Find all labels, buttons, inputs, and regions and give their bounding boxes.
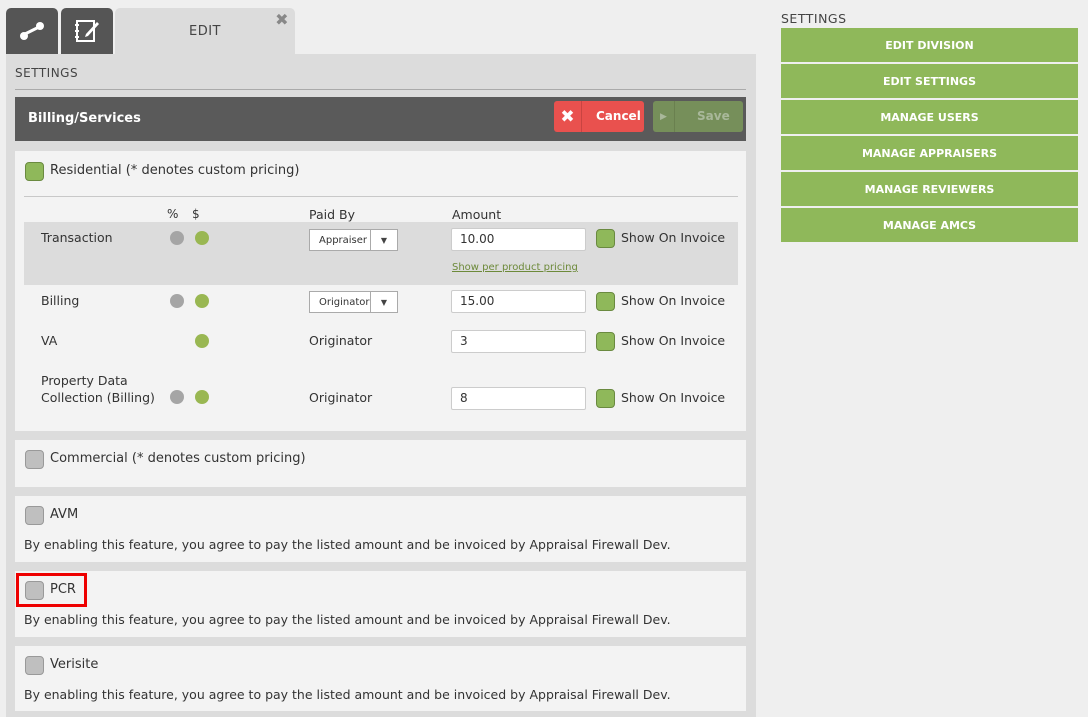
sidebar-item-edit-settings[interactable]: EDIT SETTINGS xyxy=(781,64,1078,98)
per-product-pricing-link[interactable]: Show per product pricing xyxy=(452,262,578,273)
billing-title: Billing/Services xyxy=(28,111,141,126)
verisite-description: By enabling this feature, you agree to p… xyxy=(24,687,671,702)
sidebar-item-manage-users[interactable]: MANAGE USERS xyxy=(781,100,1078,134)
cancel-label: Cancel xyxy=(596,109,641,123)
commercial-checkbox[interactable] xyxy=(25,450,44,469)
table-row: Transaction Appraiser ▼ 10.00 Show On In… xyxy=(24,222,738,285)
header-dollar: $ xyxy=(192,207,200,221)
select-value: Originator xyxy=(319,297,370,308)
show-invoice-label: Show On Invoice xyxy=(621,230,726,245)
divider xyxy=(24,196,738,197)
dollar-radio[interactable] xyxy=(195,294,209,308)
amount-input[interactable]: 8 xyxy=(451,387,586,410)
show-invoice-label: Show On Invoice xyxy=(621,333,726,348)
row-name-line2: Collection (Billing) xyxy=(41,390,155,405)
caret-down-icon: ▼ xyxy=(370,230,397,250)
tab-edit-note[interactable] xyxy=(61,8,113,54)
route-icon xyxy=(20,22,44,40)
sidebar-item-manage-appraisers[interactable]: MANAGE APPRAISERS xyxy=(781,136,1078,170)
cancel-button[interactable]: ✖ Cancel xyxy=(554,101,644,132)
residential-label: Residential (* denotes custom pricing) xyxy=(50,163,300,178)
verisite-checkbox[interactable] xyxy=(25,656,44,675)
divider xyxy=(15,89,746,90)
amount-input[interactable]: 10.00 xyxy=(451,228,586,251)
billing-header: Billing/Services ✖ Cancel ▶ Save xyxy=(15,97,746,141)
tab-route[interactable] xyxy=(6,8,58,54)
play-icon: ▶ xyxy=(653,101,675,132)
pcr-card: PCR By enabling this feature, you agree … xyxy=(15,571,746,637)
row-name: Transaction xyxy=(41,230,113,245)
residential-checkbox[interactable] xyxy=(25,162,44,181)
verisite-card: Verisite By enabling this feature, you a… xyxy=(15,646,746,711)
dollar-radio[interactable] xyxy=(195,334,209,348)
avm-description: By enabling this feature, you agree to p… xyxy=(24,537,671,552)
panel-settings-title: SETTINGS xyxy=(15,66,79,80)
row-name-line1: Property Data xyxy=(41,373,128,388)
amount-input[interactable]: 3 xyxy=(451,330,586,353)
show-invoice-checkbox[interactable] xyxy=(596,389,615,408)
show-invoice-label: Show On Invoice xyxy=(621,293,726,308)
commercial-card: Commercial (* denotes custom pricing) xyxy=(15,440,746,487)
percent-radio[interactable] xyxy=(170,294,184,308)
highlight-box xyxy=(16,573,87,607)
row-name: Billing xyxy=(41,293,80,308)
sidebar-menu: EDIT DIVISION EDIT SETTINGS MANAGE USERS… xyxy=(781,28,1078,244)
paid-by-select[interactable]: Appraiser ▼ xyxy=(309,229,398,251)
sidebar-item-edit-division[interactable]: EDIT DIVISION xyxy=(781,28,1078,62)
avm-card: AVM By enabling this feature, you agree … xyxy=(15,496,746,562)
percent-radio[interactable] xyxy=(170,231,184,245)
paid-by-value: Originator xyxy=(309,333,373,348)
row-name: VA xyxy=(41,333,58,348)
show-invoice-label: Show On Invoice xyxy=(621,390,726,405)
header-paid-by: Paid By xyxy=(309,207,355,222)
tab-edit-label: EDIT xyxy=(189,23,221,39)
pcr-description: By enabling this feature, you agree to p… xyxy=(24,612,671,627)
close-icon[interactable]: ✖ xyxy=(275,12,289,28)
dollar-radio[interactable] xyxy=(195,231,209,245)
residential-card: Residential (* denotes custom pricing) %… xyxy=(15,151,746,431)
header-percent: % xyxy=(167,207,179,221)
show-invoice-checkbox[interactable] xyxy=(596,229,615,248)
sidebar-item-manage-reviewers[interactable]: MANAGE REVIEWERS xyxy=(781,172,1078,206)
paid-by-value: Originator xyxy=(309,390,373,405)
show-invoice-checkbox[interactable] xyxy=(596,332,615,351)
caret-down-icon: ▼ xyxy=(370,292,397,312)
select-value: Appraiser xyxy=(319,235,368,246)
save-label: Save xyxy=(697,109,730,123)
percent-radio[interactable] xyxy=(170,390,184,404)
paid-by-select[interactable]: Originator ▼ xyxy=(309,291,398,313)
avm-checkbox[interactable] xyxy=(25,506,44,525)
header-amount: Amount xyxy=(452,207,502,222)
close-icon: ✖ xyxy=(554,101,582,132)
table-row: VA Originator 3 Show On Invoice xyxy=(24,325,738,365)
edit-note-icon xyxy=(75,20,99,42)
tab-edit[interactable]: EDIT ✖ xyxy=(115,8,295,54)
avm-label: AVM xyxy=(50,507,79,522)
commercial-label: Commercial (* denotes custom pricing) xyxy=(50,451,306,466)
amount-input[interactable]: 15.00 xyxy=(451,290,586,313)
sidebar-title: SETTINGS xyxy=(781,11,847,26)
main-panel: SETTINGS Billing/Services ✖ Cancel ▶ Sav… xyxy=(6,54,756,717)
show-invoice-checkbox[interactable] xyxy=(596,292,615,311)
table-row: Property Data Collection (Billing) Origi… xyxy=(24,365,738,425)
verisite-label: Verisite xyxy=(50,657,99,672)
save-button[interactable]: ▶ Save xyxy=(653,101,743,132)
dollar-radio[interactable] xyxy=(195,390,209,404)
sidebar-item-manage-amcs[interactable]: MANAGE AMCS xyxy=(781,208,1078,242)
table-row: Billing Originator ▼ 15.00 Show On Invoi… xyxy=(24,285,738,325)
